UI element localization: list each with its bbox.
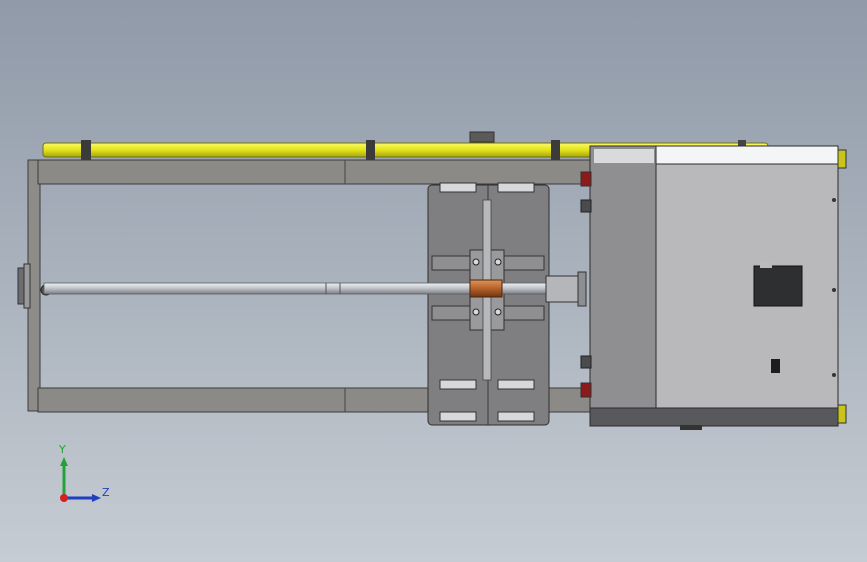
- assembly-drawing: [17, 131, 847, 502]
- control-housing: [580, 145, 847, 430]
- cad-model-viewport[interactable]: Y Z: [0, 0, 867, 562]
- carriage-plate: [427, 182, 550, 426]
- origin-dot-icon: [60, 494, 68, 502]
- axis-y-label: Y: [59, 443, 66, 456]
- axis-z-label: Z: [102, 486, 110, 499]
